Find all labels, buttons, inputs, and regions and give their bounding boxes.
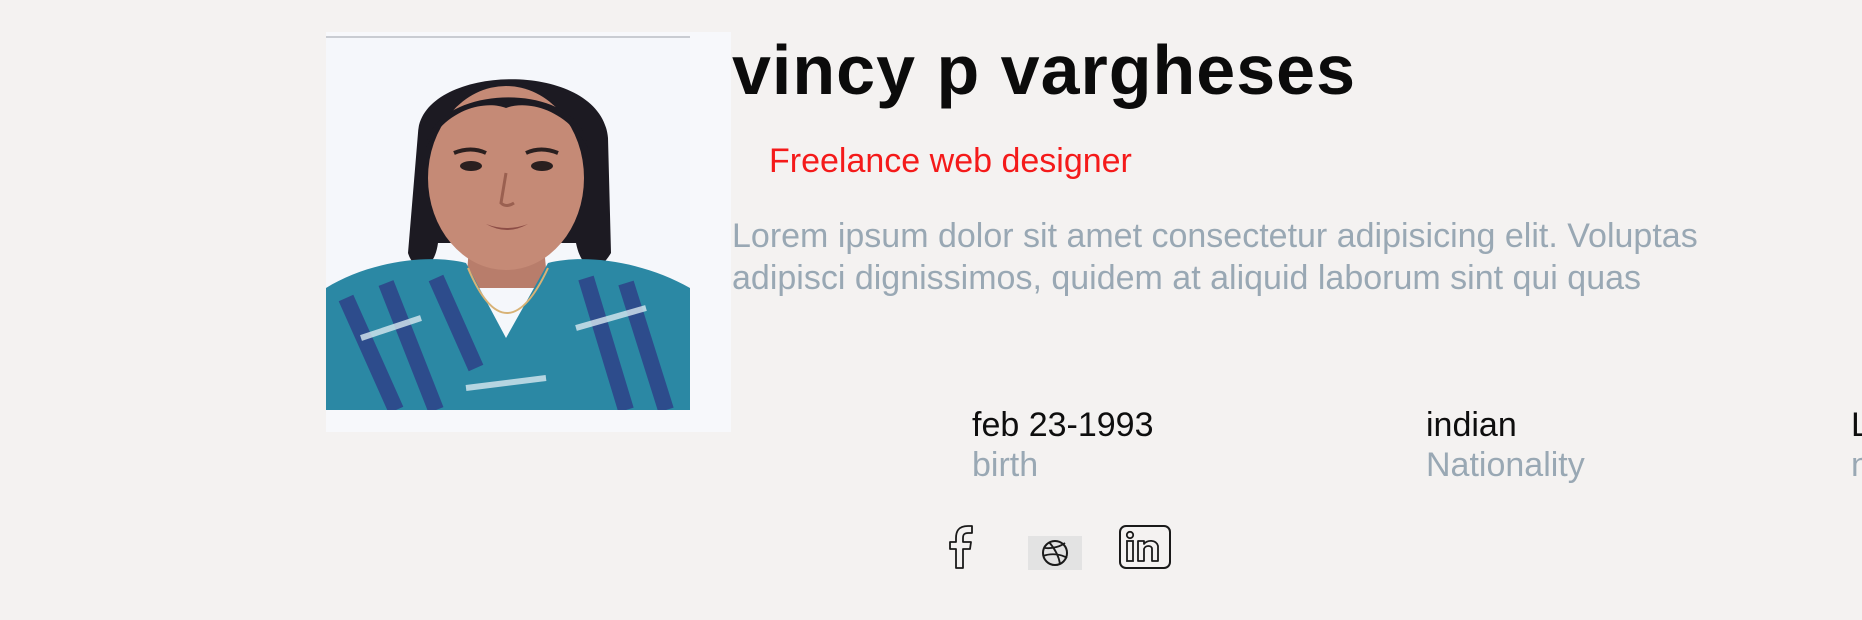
profile-name-text: vincy p varghese: [732, 31, 1317, 109]
dribbble-link[interactable]: [1028, 536, 1082, 570]
detail-birth: feb 23-1993 birth: [972, 405, 1154, 485]
profile-name: vincy p vargheses: [732, 30, 1356, 110]
bio-line-2: adipisci dignissimos, quidem at aliquid …: [732, 259, 1642, 297]
facebook-link[interactable]: [940, 522, 984, 572]
linkedin-link[interactable]: [1118, 522, 1172, 572]
linkedin-icon: [1119, 525, 1171, 569]
portrait-illustration: [326, 38, 690, 410]
detail-birth-value: feb 23-1993: [972, 406, 1154, 444]
detail-birth-label: birth: [972, 446, 1039, 484]
profile-title: Freelance web designer: [769, 142, 1132, 180]
detail-third: L n: [1851, 405, 1862, 485]
profile-photo: [326, 32, 731, 432]
detail-nationality-value: indian: [1426, 406, 1517, 444]
detail-third-value: L: [1851, 406, 1862, 444]
facebook-icon: [949, 525, 973, 569]
profile-bio: Lorem ipsum dolor sit amet consectetur a…: [732, 215, 1862, 299]
detail-third-label: n: [1851, 446, 1862, 484]
bio-line-1: Lorem ipsum dolor sit amet consectetur a…: [732, 217, 1698, 255]
profile-name-suffix: s: [1316, 31, 1357, 109]
detail-nationality-label: Nationality: [1426, 446, 1585, 484]
dribbble-icon: [1042, 540, 1068, 566]
detail-nationality: indian Nationality: [1426, 405, 1585, 485]
